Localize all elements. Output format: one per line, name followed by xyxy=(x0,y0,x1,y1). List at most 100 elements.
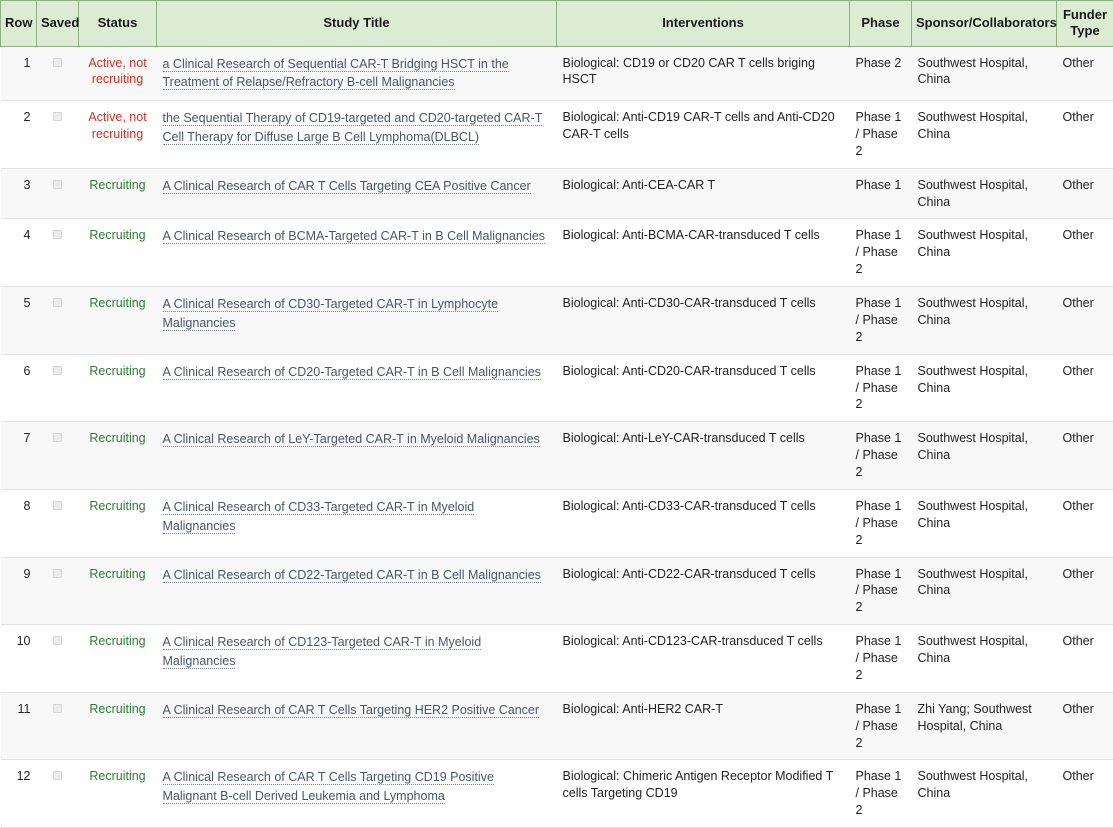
sponsor-cell: Southwest Hospital, China xyxy=(912,557,1057,625)
table-row: 11RecruitingA Clinical Research of CAR T… xyxy=(1,692,1113,760)
table-row: 12RecruitingA Clinical Research of CAR T… xyxy=(1,760,1113,828)
row-number: 4 xyxy=(1,219,37,287)
interventions-cell: Biological: Anti-CD33-CAR-transduced T c… xyxy=(557,489,850,557)
checkbox-unchecked-icon[interactable] xyxy=(53,112,62,121)
column-header-interventions[interactable]: Interventions xyxy=(557,1,850,47)
interventions-cell: Biological: Anti-CEA-CAR T xyxy=(557,168,850,219)
checkbox-unchecked-icon[interactable] xyxy=(53,569,62,578)
column-header-status[interactable]: Status xyxy=(79,1,157,47)
status-cell: Recruiting xyxy=(79,354,157,422)
status-badge: Recruiting xyxy=(89,228,145,242)
status-cell: Recruiting xyxy=(79,219,157,287)
status-cell: Active, not recruiting xyxy=(79,46,157,101)
status-badge: Recruiting xyxy=(89,364,145,378)
sponsor-cell: Southwest Hospital, China xyxy=(912,760,1057,828)
row-number: 7 xyxy=(1,422,37,490)
funder-type-cell: Other xyxy=(1057,101,1113,169)
column-header-funder-type[interactable]: Funder Type xyxy=(1057,1,1113,47)
checkbox-unchecked-icon[interactable] xyxy=(53,636,62,645)
row-number: 8 xyxy=(1,489,37,557)
sponsor-cell: Southwest Hospital, China xyxy=(912,422,1057,490)
sponsor-cell: Southwest Hospital, China xyxy=(912,489,1057,557)
study-title-link[interactable]: A Clinical Research of CD33-Targeted CAR… xyxy=(163,500,475,534)
study-title-link[interactable]: A Clinical Research of CAR T Cells Targe… xyxy=(163,179,531,194)
checkbox-unchecked-icon[interactable] xyxy=(53,366,62,375)
status-badge: Recruiting xyxy=(89,178,145,192)
sponsor-cell: Southwest Hospital, China xyxy=(912,168,1057,219)
status-cell: Recruiting xyxy=(79,760,157,828)
study-title-link[interactable]: A Clinical Research of BCMA-Targeted CAR… xyxy=(163,229,546,244)
status-badge: Recruiting xyxy=(89,567,145,581)
checkbox-unchecked-icon[interactable] xyxy=(53,704,62,713)
status-cell: Recruiting xyxy=(79,287,157,355)
saved-cell xyxy=(37,46,79,101)
phase-cell: Phase 1 / Phase 2 xyxy=(850,557,912,625)
status-cell: Recruiting xyxy=(79,168,157,219)
column-header-phase[interactable]: Phase xyxy=(850,1,912,47)
saved-cell xyxy=(37,168,79,219)
status-cell: Active, not recruiting xyxy=(79,101,157,169)
phase-cell: Phase 1 / Phase 2 xyxy=(850,219,912,287)
study-title-link[interactable]: a Clinical Research of Sequential CAR-T … xyxy=(163,57,509,91)
study-title-link[interactable]: A Clinical Research of CAR T Cells Targe… xyxy=(163,703,540,718)
status-badge: Recruiting xyxy=(89,702,145,716)
column-header-sponsor-collaborators[interactable]: Sponsor/Collaborators xyxy=(912,1,1057,47)
phase-cell: Phase 1 / Phase 2 xyxy=(850,692,912,760)
study-title-link[interactable]: A Clinical Research of LeY-Targeted CAR-… xyxy=(163,432,540,447)
table-row: 4 Recruiting A Clinical Research of BCMA-T… xyxy=(1,219,1113,287)
study-title-cell: A Clinical Research of CAR T Cells Targe… xyxy=(157,168,557,219)
study-title-link[interactable]: A Clinical Research of CD30-Targeted CAR… xyxy=(163,297,499,331)
sponsor-cell: Southwest Hospital, China xyxy=(912,46,1057,101)
table-row: 7 Recruiting A Clinical Research of LeY-Ta… xyxy=(1,422,1113,490)
study-title-link[interactable]: the Sequential Therapy of CD19-targeted … xyxy=(163,111,543,145)
funder-type-cell: Other xyxy=(1057,219,1113,287)
table-header: Row Saved Status Study Title Interventio… xyxy=(1,1,1113,47)
study-title-cell: A Clinical Research of CAR T Cells Targe… xyxy=(157,692,557,760)
table-body: 1 Active, not recruitinga Clinical Resear… xyxy=(1,46,1113,828)
saved-cell xyxy=(37,354,79,422)
sponsor-cell: Zhi Yang; Southwest Hospital, China xyxy=(912,692,1057,760)
interventions-cell: Biological: Anti-CD20-CAR-transduced T c… xyxy=(557,354,850,422)
column-header-saved[interactable]: Saved xyxy=(37,1,79,47)
status-badge: Recruiting xyxy=(89,634,145,648)
funder-type-cell: Other xyxy=(1057,422,1113,490)
study-title-link[interactable]: A Clinical Research of CD20-Targeted CAR… xyxy=(163,365,541,380)
checkbox-unchecked-icon[interactable] xyxy=(53,433,62,442)
row-number: 9 xyxy=(1,557,37,625)
checkbox-unchecked-icon[interactable] xyxy=(53,58,62,67)
row-number: 6 xyxy=(1,354,37,422)
study-title-link[interactable]: A Clinical Research of CD123-Targeted CA… xyxy=(163,635,482,669)
saved-cell xyxy=(37,101,79,169)
study-title-link[interactable]: A Clinical Research of CD22-Targeted CAR… xyxy=(163,568,541,583)
status-cell: Recruiting xyxy=(79,422,157,490)
interventions-cell: Biological: CD19 or CD20 CAR T cells bri… xyxy=(557,46,850,101)
column-header-study-title[interactable]: Study Title xyxy=(157,1,557,47)
column-header-row[interactable]: Row xyxy=(1,1,37,47)
checkbox-unchecked-icon[interactable] xyxy=(53,501,62,510)
saved-cell xyxy=(37,625,79,693)
status-cell: Recruiting xyxy=(79,557,157,625)
table-row: 10 Recruiting A Clinical Research of CD123… xyxy=(1,625,1113,693)
sponsor-cell: Southwest Hospital, China xyxy=(912,219,1057,287)
saved-cell xyxy=(37,219,79,287)
table-row: 1 Active, not recruitinga Clinical Resear… xyxy=(1,46,1113,101)
checkbox-unchecked-icon[interactable] xyxy=(53,180,62,189)
row-number: 10 xyxy=(1,625,37,693)
interventions-cell: Biological: Anti-BCMA-CAR-transduced T c… xyxy=(557,219,850,287)
checkbox-unchecked-icon[interactable] xyxy=(53,771,62,780)
interventions-cell: Biological: Anti-HER2 CAR-T xyxy=(557,692,850,760)
status-badge: Recruiting xyxy=(89,296,145,310)
checkbox-unchecked-icon[interactable] xyxy=(53,230,62,239)
saved-cell xyxy=(37,422,79,490)
status-badge: Recruiting xyxy=(89,769,145,783)
checkbox-unchecked-icon[interactable] xyxy=(53,298,62,307)
study-title-link[interactable]: A Clinical Research of CAR T Cells Targe… xyxy=(163,770,494,804)
study-title-cell: A Clinical Research of CAR T Cells Targe… xyxy=(157,760,557,828)
sponsor-cell: Southwest Hospital, China xyxy=(912,354,1057,422)
funder-type-cell: Other xyxy=(1057,625,1113,693)
interventions-cell: Biological: Anti-CD22-CAR-transduced T c… xyxy=(557,557,850,625)
interventions-cell: Biological: Anti-CD30-CAR-transduced T c… xyxy=(557,287,850,355)
phase-cell: Phase 1 / Phase 2 xyxy=(850,422,912,490)
row-number: 1 xyxy=(1,46,37,101)
phase-cell: Phase 1 / Phase 2 xyxy=(850,101,912,169)
